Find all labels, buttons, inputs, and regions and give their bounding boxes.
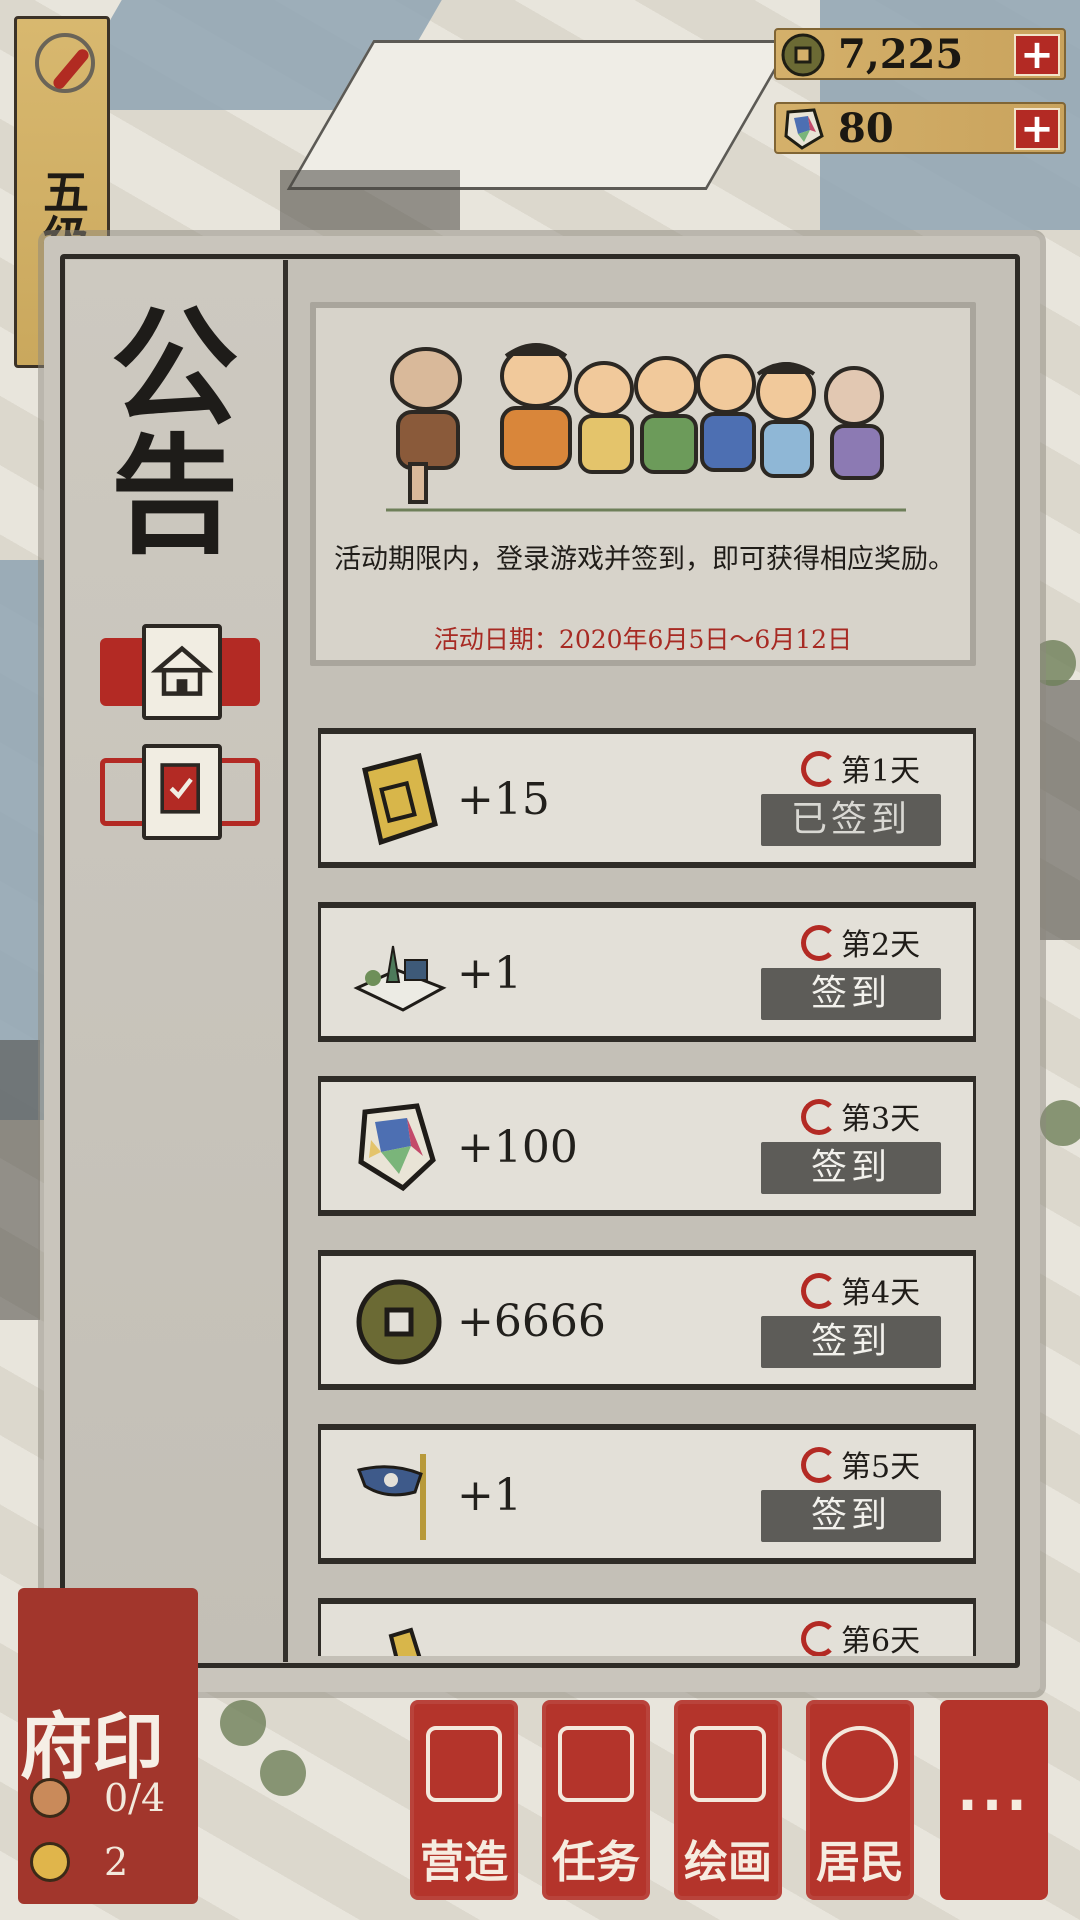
- nav-paint-button[interactable]: 绘画: [674, 1700, 782, 1900]
- worker-count: 0/4: [30, 1772, 180, 1828]
- more-icon: ···: [957, 1774, 1031, 1837]
- reward-amount: +1: [457, 1470, 522, 1521]
- claimed-button[interactable]: 已签到: [761, 794, 941, 846]
- reward-day: 第4天: [801, 1268, 920, 1312]
- ticket-icon: [362, 752, 438, 846]
- coin-value: 7,225: [838, 31, 964, 78]
- add-coins-button[interactable]: +: [1014, 34, 1060, 76]
- person-icon: [822, 1726, 898, 1802]
- nav-more-button[interactable]: ···: [940, 1700, 1048, 1900]
- event-date: 活动日期：2020年6月5日～6月12日: [433, 625, 853, 654]
- signin-button[interactable]: 签到: [761, 1142, 941, 1194]
- map-building-block: [286, 40, 794, 190]
- signin-button[interactable]: 签到: [761, 1316, 941, 1368]
- reward-day: 第1天: [801, 746, 920, 790]
- notice-content[interactable]: 活动期限内，登录游戏并签到，即可获得相应奖励。 活动日期：2020年6月5日～6…: [296, 264, 1014, 1656]
- reward-day: 第6天: [801, 1616, 920, 1656]
- seal-icon: [801, 751, 837, 787]
- reward-amount: +15: [457, 774, 550, 825]
- reward-row-day2: +1 第2天 签到: [318, 902, 976, 1042]
- reward-amount: +100: [457, 1122, 578, 1173]
- reward-day: 第3天: [801, 1094, 920, 1138]
- resident-count: 2: [30, 1836, 180, 1892]
- event-description: 活动期限内，登录游戏并签到，即可获得相应奖励。: [334, 544, 955, 575]
- reward-day: 第5天: [801, 1442, 920, 1486]
- ticket-icon: [388, 1627, 422, 1656]
- reward-day: 第2天: [801, 920, 920, 964]
- tab-announcement[interactable]: [100, 624, 260, 720]
- tab-signin[interactable]: [100, 744, 260, 840]
- map-tree: [260, 1750, 306, 1796]
- reward-amount: +1: [457, 948, 522, 999]
- gem-counter: 80 +: [774, 102, 1066, 154]
- banner-icon: [357, 1454, 426, 1540]
- gem-icon: [784, 108, 824, 150]
- book-icon: [558, 1726, 634, 1802]
- event-banner: 活动期限内，登录游戏并签到，即可获得相应奖励。 活动日期：2020年6月5日～6…: [310, 302, 976, 666]
- coin-icon: [781, 33, 825, 77]
- house-icon: [142, 624, 222, 720]
- building-icon: [426, 1726, 502, 1802]
- nav-tasks-button[interactable]: 任务: [542, 1700, 650, 1900]
- nav-residents-button[interactable]: 居民: [806, 1700, 914, 1900]
- reward-row-day1: +15 第1天 已签到: [318, 728, 976, 868]
- map-building: [0, 1040, 40, 1320]
- garden-icon: [353, 945, 447, 1012]
- brush-icon: [35, 33, 95, 93]
- seal-icon: [801, 1273, 837, 1309]
- seal-icon: [801, 1621, 837, 1656]
- reward-row-day5: +1 第5天 签到: [318, 1424, 976, 1564]
- gem-value: 80: [838, 105, 894, 152]
- map-tree: [220, 1700, 266, 1746]
- map-tree: [1040, 1100, 1080, 1146]
- seal-icon: [801, 1099, 837, 1135]
- gem-icon: [358, 1103, 436, 1192]
- coin-icon: [356, 1279, 442, 1365]
- children-tug-illustration: [386, 343, 906, 512]
- signin-button[interactable]: 签到: [761, 1490, 941, 1542]
- coin-counter: 7,225 +: [774, 28, 1066, 80]
- seal-icon: [801, 1447, 837, 1483]
- notice-title: 公告: [88, 300, 238, 556]
- worker-icon: [30, 1778, 70, 1818]
- reward-amount: +6666: [457, 1296, 606, 1347]
- add-gems-button[interactable]: +: [1014, 108, 1060, 150]
- nav-build-button[interactable]: 营造: [410, 1700, 518, 1900]
- reward-row-day4: +6666 第4天 签到: [318, 1250, 976, 1390]
- signin-book-icon: [142, 744, 222, 840]
- scroll-icon: [690, 1726, 766, 1802]
- reward-row-day3: +100 第3天 签到: [318, 1076, 976, 1216]
- reward-row-day6: 第6天: [318, 1598, 976, 1656]
- signin-button[interactable]: 签到: [761, 968, 941, 1020]
- seal-icon: [801, 925, 837, 961]
- map-roof: [280, 170, 460, 230]
- resident-face-icon: [30, 1842, 70, 1882]
